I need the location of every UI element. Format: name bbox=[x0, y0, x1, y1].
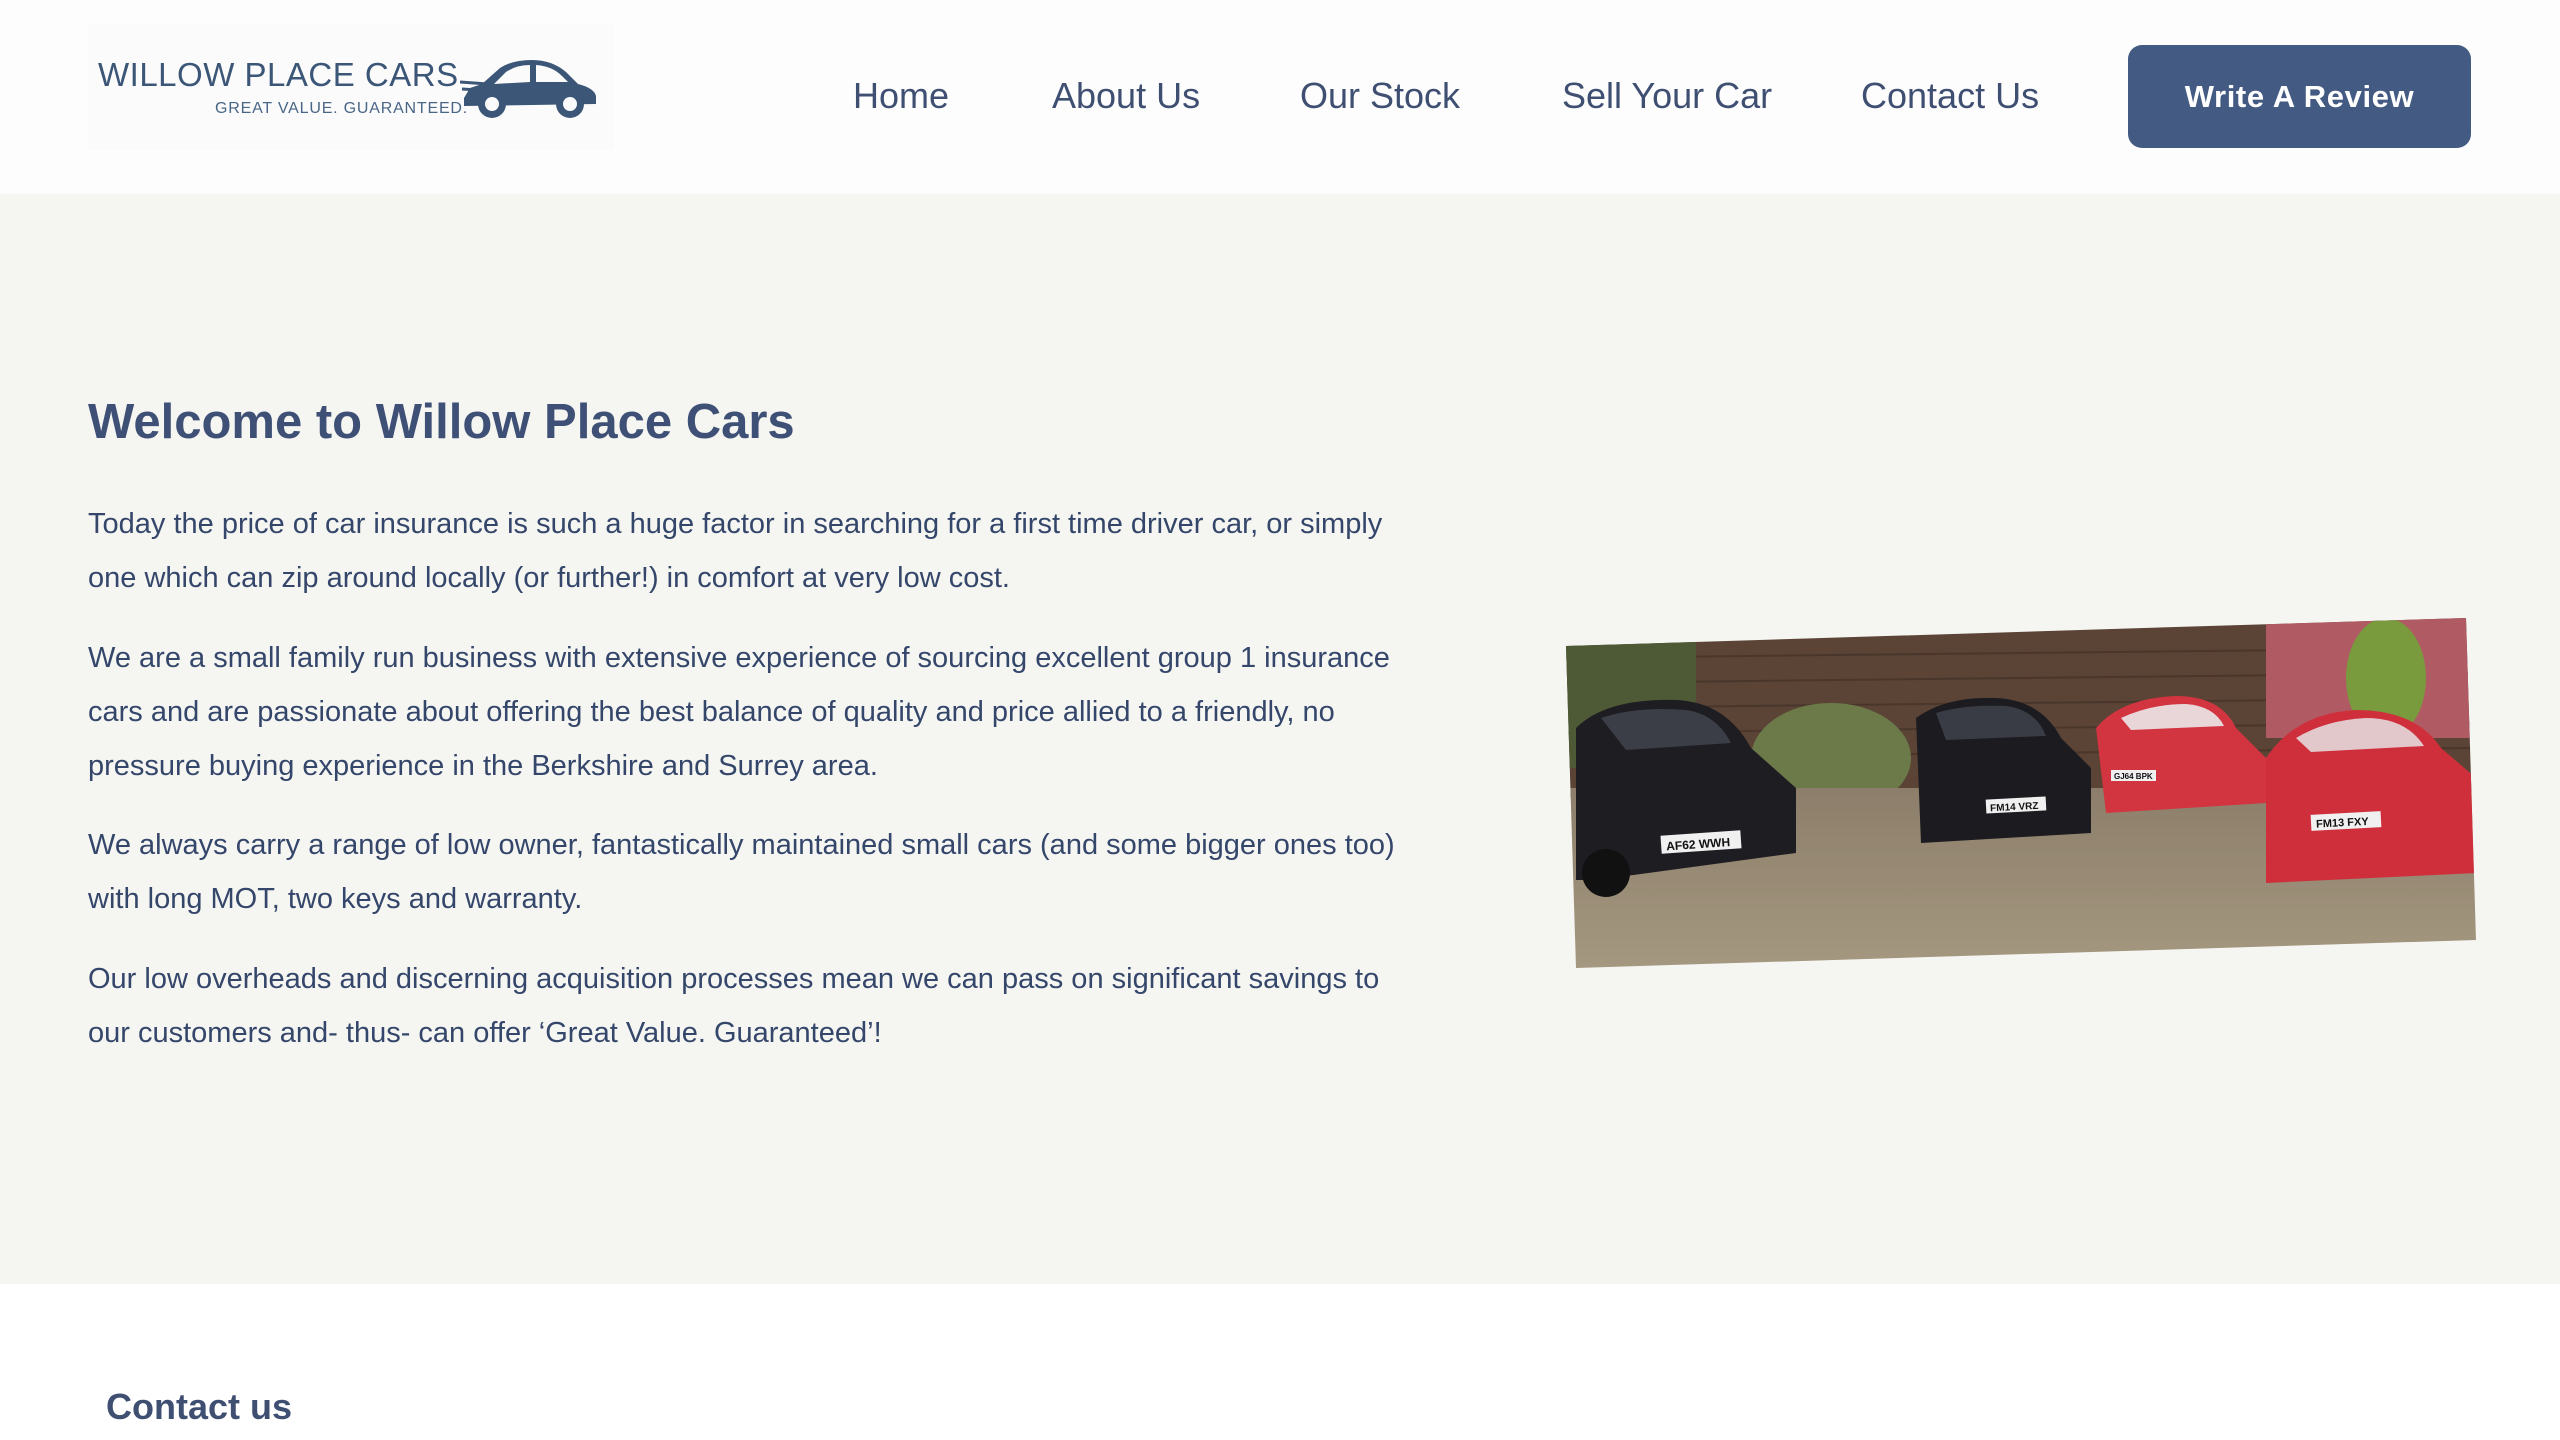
write-review-button[interactable]: Write A Review bbox=[2128, 45, 2471, 148]
logo-tagline: GREAT VALUE. GUARANTEED. bbox=[215, 100, 469, 117]
intro-paragraph: Today the price of car insurance is such… bbox=[88, 508, 1383, 594]
nav-home[interactable]: Home bbox=[853, 70, 949, 122]
contact-us-heading: Contact us bbox=[106, 1386, 293, 1427]
cars-photo-image: AF62 WWH FM14 VRZ GJ64 BPK FM13 FXY bbox=[1566, 618, 2476, 968]
nav-about-us[interactable]: About Us bbox=[1052, 70, 1200, 122]
business-paragraph: We are a small family run business with … bbox=[88, 642, 1390, 782]
site-logo[interactable]: WILLOW PLACE CARS GREAT VALUE. GUARANTEE… bbox=[88, 24, 614, 150]
logo-name: WILLOW PLACE CARS bbox=[98, 56, 459, 93]
cars-photo: AF62 WWH FM14 VRZ GJ64 BPK FM13 FXY bbox=[1566, 618, 2476, 968]
nav-sell-your-car[interactable]: Sell Your Car bbox=[1562, 70, 1772, 122]
plate-3: GJ64 BPK bbox=[2114, 772, 2153, 781]
site-header: WILLOW PLACE CARS GREAT VALUE. GUARANTEE… bbox=[0, 0, 2560, 194]
stock-paragraph: We always carry a range of low owner, fa… bbox=[88, 829, 1395, 915]
page-title: Welcome to Willow Place Cars bbox=[88, 395, 795, 449]
car-icon bbox=[460, 60, 596, 118]
nav-contact-us[interactable]: Contact Us bbox=[1861, 70, 2039, 122]
savings-paragraph: Our low overheads and discerning acquisi… bbox=[88, 963, 1380, 1049]
nav-our-stock[interactable]: Our Stock bbox=[1300, 70, 1460, 122]
